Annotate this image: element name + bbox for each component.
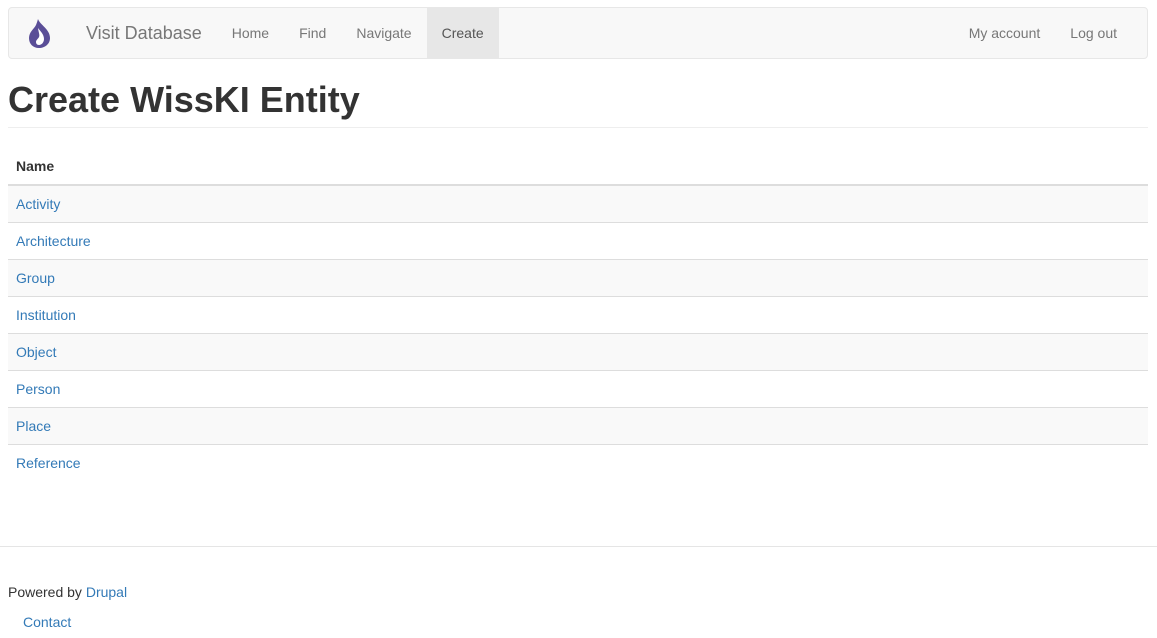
top-navbar: Visit Database Home Find Navigate Create…: [8, 7, 1148, 59]
site-logo[interactable]: [9, 8, 71, 58]
drupal-link[interactable]: Drupal: [86, 584, 127, 600]
table-row: Person: [8, 369, 1148, 407]
table-row: Group: [8, 258, 1148, 296]
nav-create[interactable]: Create: [426, 8, 499, 58]
bundle-link-architecture[interactable]: Architecture: [16, 233, 91, 249]
nav-home[interactable]: Home: [217, 8, 284, 58]
bundle-link-institution[interactable]: Institution: [16, 307, 76, 323]
entity-bundle-table: Name Activity Architecture Group Institu…: [8, 147, 1148, 481]
name-column-header: Name: [8, 147, 1148, 186]
main-menu: Home Find Navigate Create: [217, 8, 499, 58]
bundle-link-activity[interactable]: Activity: [16, 196, 60, 212]
table-row: Reference: [8, 443, 1148, 481]
bundle-link-object[interactable]: Object: [16, 344, 56, 360]
page-title: Create WissKI Entity: [8, 79, 360, 120]
powered-by-text: Powered by Drupal: [8, 584, 127, 600]
nav-my-account[interactable]: My account: [954, 8, 1056, 58]
drupal-drop-icon: [29, 19, 50, 48]
bundle-link-group[interactable]: Group: [16, 270, 55, 286]
contact-link[interactable]: Contact: [23, 614, 71, 630]
footer-divider: [0, 546, 1157, 547]
table-header-row: Name: [8, 147, 1148, 186]
nav-navigate[interactable]: Navigate: [341, 8, 426, 58]
bundle-link-reference[interactable]: Reference: [16, 455, 81, 471]
table-row: Object: [8, 332, 1148, 370]
table-row: Place: [8, 406, 1148, 444]
user-menu: My account Log out: [954, 8, 1132, 58]
site-brand-link[interactable]: Visit Database: [71, 8, 217, 58]
bundle-link-place[interactable]: Place: [16, 418, 51, 434]
table-row: Architecture: [8, 221, 1148, 259]
nav-log-out[interactable]: Log out: [1055, 8, 1132, 58]
table-row: Activity: [8, 185, 1148, 222]
powered-by-prefix: Powered by: [8, 584, 82, 600]
title-divider: [8, 127, 1148, 128]
nav-find[interactable]: Find: [284, 8, 341, 58]
bundle-link-person[interactable]: Person: [16, 381, 60, 397]
table-row: Institution: [8, 295, 1148, 333]
